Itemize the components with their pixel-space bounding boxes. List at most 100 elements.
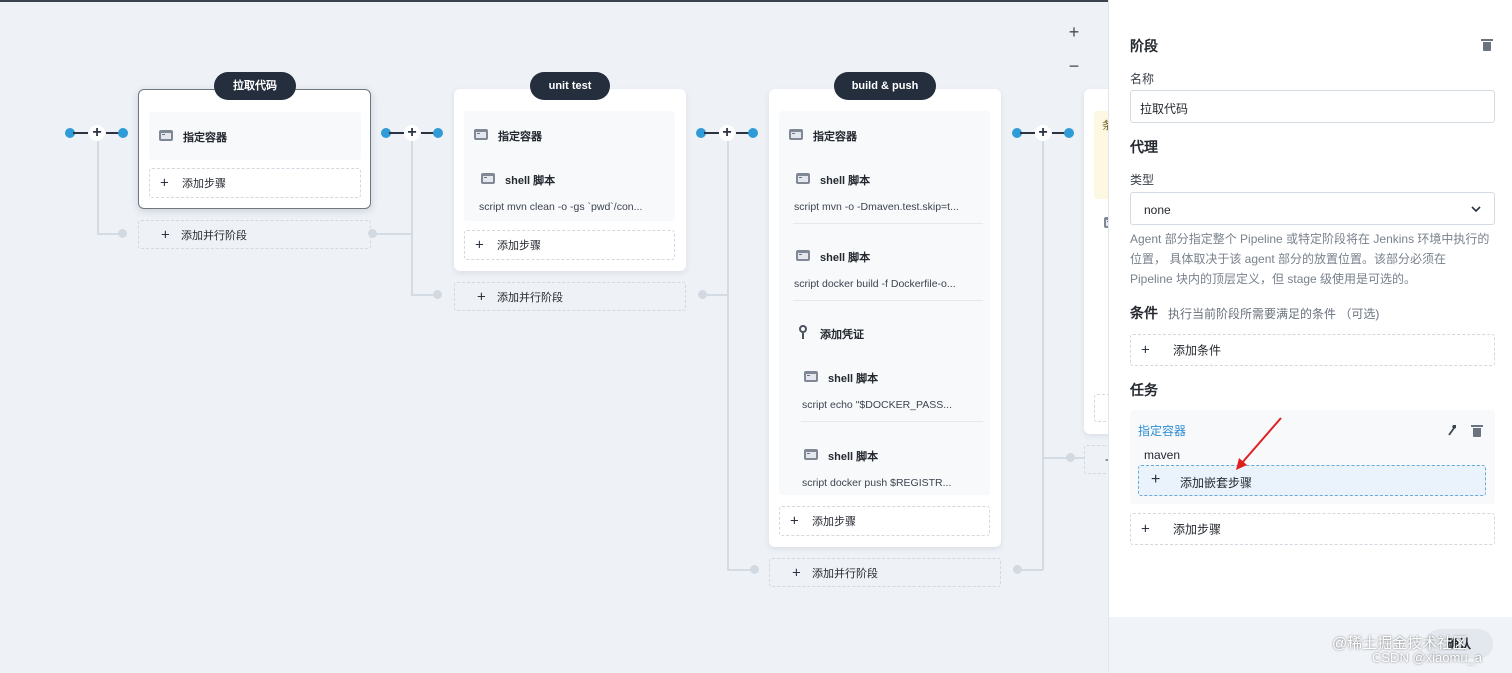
delete-task-icon[interactable]	[1471, 425, 1483, 437]
parallel-branch-line	[706, 294, 728, 296]
insert-stage-button[interactable]: +	[89, 125, 105, 141]
task-title: shell 脚本	[820, 175, 871, 187]
container-task-title[interactable]: 指定容器	[1138, 422, 1186, 439]
plus-icon: +	[161, 226, 170, 243]
add-condition-button[interactable]: + 添加条件	[1130, 334, 1495, 366]
stage-card-pull-code[interactable]: 指定容器 + 添加步骤	[138, 89, 371, 209]
insert-stage-button[interactable]: +	[1035, 125, 1051, 141]
task-title: 指定容器	[813, 131, 857, 143]
insert-stage-button[interactable]: +	[404, 125, 420, 141]
connector-line	[704, 132, 719, 134]
plus-icon: +	[792, 564, 801, 581]
task-title: shell 脚本	[828, 451, 879, 463]
parallel-branch-line	[411, 141, 413, 295]
zoom-in-button[interactable]: +	[1066, 22, 1082, 43]
stage-name-pill[interactable]: build & push	[834, 72, 936, 100]
stage-name-pill[interactable]: 拉取代码	[214, 72, 296, 100]
container-task-block[interactable]: 指定容器 maven + 添加嵌套步骤	[1130, 410, 1495, 504]
task-title: shell 脚本	[820, 252, 871, 264]
zoom-out-button[interactable]: −	[1066, 56, 1082, 77]
add-condition-label: 添加条件	[1173, 343, 1222, 358]
name-label: 名称	[1130, 72, 1155, 86]
task-title: 指定容器	[498, 131, 542, 143]
parallel-branch-line	[727, 141, 729, 570]
parallel-branch-line	[411, 294, 435, 296]
add-nested-step-button[interactable]: + 添加嵌套步骤	[1138, 465, 1486, 496]
condition-block: 条	[1094, 111, 1108, 199]
add-step-label: 添加步骤	[812, 516, 856, 528]
divider	[793, 223, 983, 224]
add-parallel-stage-button[interactable]: + 添加并行阶段	[454, 282, 686, 311]
terminal-icon	[796, 250, 810, 261]
parallel-dot	[118, 229, 127, 238]
agent-type-select[interactable]: none	[1130, 192, 1495, 225]
add-step-button[interactable]: + 添加步骤	[464, 230, 675, 260]
parallel-branch-line	[1042, 457, 1084, 459]
stage-name-pill[interactable]: unit test	[530, 72, 610, 100]
parallel-branch-line	[97, 141, 99, 234]
divider	[793, 300, 983, 301]
agent-section-title: 代理	[1130, 139, 1158, 155]
parallel-branch-line	[727, 569, 751, 571]
task-container[interactable]: 指定容器	[149, 112, 361, 160]
connector-line	[73, 132, 88, 134]
stage-card-unit-test[interactable]: 指定容器 shell 脚本 script mvn clean -o -gs `p…	[454, 89, 686, 271]
tasks-section-title: 任务	[1130, 382, 1158, 398]
script-line: script mvn clean -o -gs `pwd`/con...	[479, 201, 643, 213]
watermark: CSDN @xiaomu_a	[1372, 650, 1483, 665]
add-step-button[interactable]: + 添加步骤	[149, 168, 361, 198]
key-icon	[799, 325, 807, 339]
plus-icon: +	[475, 236, 484, 254]
add-step-label: 添加步骤	[497, 240, 541, 252]
connector-line	[389, 132, 404, 134]
agent-description-line: Agent 部分指定整个 Pipeline 或特定阶段将在 Jenkins 环境…	[1130, 232, 1490, 246]
add-parallel-stage-button[interactable]: + 添加并行阶段	[769, 558, 1001, 587]
terminal-icon	[796, 173, 810, 184]
parallel-branch-line	[1042, 141, 1044, 570]
add-step-label: 添加步骤	[182, 178, 226, 190]
container-name-value: maven	[1144, 448, 1181, 462]
plus-icon: +	[1141, 341, 1150, 359]
stage-card-partial[interactable]: 条	[1084, 89, 1108, 434]
task-container[interactable]: 指定容器 shell 脚本 script mvn -o -Dmaven.test…	[779, 111, 990, 495]
connector-dot	[748, 128, 758, 138]
parallel-branch-line	[97, 233, 119, 235]
script-line: script docker push $REGISTR...	[802, 477, 952, 489]
task-container[interactable]: 指定容器 shell 脚本 script mvn clean -o -gs `p…	[464, 111, 675, 221]
panel-title: 阶段	[1130, 38, 1158, 54]
agent-description-line: Pipeline 块内的顶层定义，但 stage 级使用是可选的。	[1130, 272, 1417, 286]
stage-name-value: 拉取代码	[1140, 102, 1189, 116]
task-title: 添加凭证	[820, 329, 864, 341]
script-line: script docker build -f Dockerfile-o...	[794, 278, 956, 290]
agent-description-line: 位置， 具体取决于该 agent 部分的放置位置。该部分必须在	[1130, 252, 1447, 266]
add-nested-step-label: 添加嵌套步骤	[1180, 476, 1253, 490]
plus-icon: +	[1141, 520, 1150, 538]
add-step-button[interactable]	[1094, 394, 1108, 422]
pipeline-canvas[interactable]: + − + 指定容器 + 添加步骤 拉取代码 + 添加并行阶段 + 指定容器 s…	[0, 0, 1108, 673]
add-step-button[interactable]: + 添加步骤	[779, 506, 990, 536]
add-parallel-stage-button[interactable]: -	[1084, 445, 1108, 474]
divider	[801, 421, 983, 422]
parallel-branch-line	[1021, 569, 1043, 571]
delete-stage-icon[interactable]	[1481, 39, 1493, 51]
terminal-icon	[474, 129, 488, 140]
terminal-icon	[804, 371, 818, 382]
plus-icon: +	[160, 174, 169, 192]
add-parallel-label: 添加并行阶段	[812, 567, 878, 580]
parallel-dot	[1066, 453, 1075, 462]
add-step-label: 添加步骤	[1173, 522, 1222, 537]
stage-name-input[interactable]: 拉取代码	[1130, 90, 1495, 123]
add-parallel-stage-button[interactable]: + 添加并行阶段	[138, 220, 371, 249]
connector-line	[1020, 132, 1035, 134]
add-parallel-label: 添加并行阶段	[181, 229, 247, 242]
type-label: 类型	[1130, 173, 1155, 187]
plus-icon: +	[477, 288, 486, 305]
edit-icon[interactable]	[1446, 423, 1458, 437]
annotation-arrow-icon	[1236, 417, 1282, 470]
script-line: script echo "$DOCKER_PASS...	[802, 399, 953, 411]
add-step-panel-button[interactable]: + 添加步骤	[1130, 513, 1495, 545]
parallel-branch-line	[376, 233, 413, 235]
insert-stage-button[interactable]: +	[719, 125, 735, 141]
stage-card-build-push[interactable]: 指定容器 shell 脚本 script mvn -o -Dmaven.test…	[769, 89, 1001, 547]
connector-dot	[118, 128, 128, 138]
